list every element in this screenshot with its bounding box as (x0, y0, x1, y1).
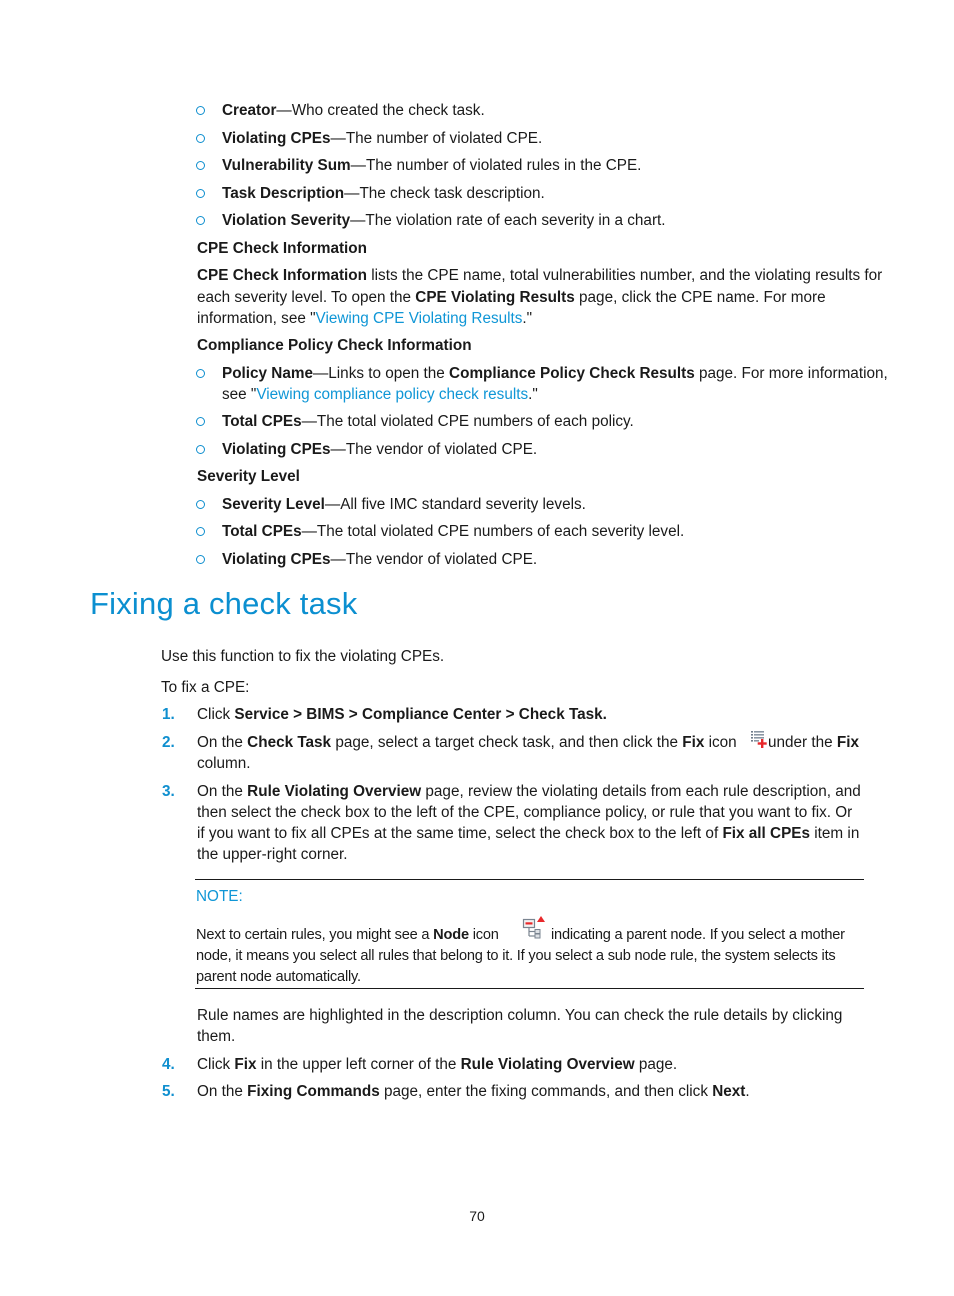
cpe-check-heading: CPE Check Information (197, 240, 367, 257)
description: —The check task description. (344, 185, 545, 202)
bold-term: Compliance Policy Check Results (449, 365, 695, 382)
text: page, select a target check task, and th… (331, 734, 683, 751)
text: parent node automatically. (196, 969, 361, 985)
text: if you want to fix all CPEs at the same … (197, 825, 723, 842)
term: Total CPEs (222, 523, 302, 540)
term: Creator (222, 102, 277, 119)
description: —The violation rate of each severity in … (350, 212, 666, 229)
section-title: Fixing a check task (90, 586, 358, 621)
text: . (745, 1083, 750, 1100)
text: ." (522, 310, 533, 327)
procedure-intro: To fix a CPE: (161, 679, 250, 696)
bold-term: CPE Check Information (197, 267, 367, 284)
severity-level-heading: Severity Level (197, 468, 300, 485)
bold-term: Rule Violating Overview (460, 1056, 635, 1073)
circle-bullet-icon (196, 189, 205, 198)
text: page, click the CPE name. For more (574, 289, 826, 306)
text: under the (768, 734, 837, 751)
step-number: 4. (162, 1056, 175, 1073)
text: page, review the violating details from … (421, 783, 861, 800)
circle-bullet-icon (196, 106, 205, 115)
bold-term: Check Task (247, 734, 332, 751)
circle-bullet-icon (196, 445, 205, 454)
note-label: NOTE: (196, 888, 243, 905)
circle-bullet-icon (196, 555, 205, 564)
bold-term: Next (712, 1083, 746, 1100)
text: page. For more information, (694, 365, 888, 382)
step-number: 2. (162, 734, 175, 751)
text: item in (810, 825, 860, 842)
term: Task Description (222, 185, 345, 202)
fix-icon (751, 731, 767, 748)
text: then select the check box to the left of… (197, 804, 853, 821)
term: Violation Severity (222, 212, 351, 229)
circle-bullet-icon (196, 134, 205, 143)
term: Total CPEs (222, 413, 302, 430)
text: icon (704, 734, 737, 751)
description: —The total violated CPE numbers of each … (301, 413, 634, 430)
text: page, enter the fixing commands, and the… (379, 1083, 713, 1100)
circle-bullet-icon (196, 216, 205, 225)
circle-bullet-icon (196, 161, 205, 170)
text: On the (197, 734, 248, 751)
section-intro: Use this function to fix the violating C… (161, 648, 445, 665)
description: —The number of violated rules in the CPE… (350, 157, 642, 174)
bold-term: Fix all CPEs (722, 825, 811, 842)
circle-bullet-icon (196, 527, 205, 536)
step-number: 1. (162, 706, 175, 723)
text: icon (468, 927, 499, 943)
description: —The vendor of violated CPE. (330, 441, 538, 458)
term: Violating CPEs (222, 551, 331, 568)
description: —The number of violated CPE. (330, 130, 543, 147)
bold-term: Node (433, 927, 469, 943)
text: them. (197, 1028, 236, 1045)
text: see " (222, 386, 257, 403)
link-viewing-cpe-violating-results[interactable]: Viewing CPE Violating Results (316, 310, 523, 327)
text: node, it means you select all rules that… (196, 948, 836, 964)
text: ." (528, 386, 538, 403)
bold-term: Rule Violating Overview (247, 783, 422, 800)
text: Click (197, 1056, 235, 1073)
text: lists the CPE name, total vulnerabilitie… (367, 267, 883, 284)
compliance-policy-heading: Compliance Policy Check Information (197, 337, 472, 354)
description: —Who created the check task. (276, 102, 485, 119)
text: the upper-right corner. (197, 846, 348, 863)
text: indicating a parent node. If you select … (551, 927, 845, 943)
bold-term: CPE Violating Results (415, 289, 575, 306)
text: On the (197, 1083, 248, 1100)
menu-path: Service > BIMS > Compliance Center > Che… (234, 706, 607, 723)
text: —Links to open the (312, 365, 450, 382)
circle-bullet-icon (196, 417, 205, 426)
page-number: 70 (469, 1208, 485, 1224)
term: Severity Level (222, 496, 325, 513)
note-top-divider (195, 879, 864, 880)
text: column. (197, 755, 251, 772)
bold-term: Fix (836, 734, 859, 751)
node-icon (522, 916, 545, 939)
text: information, see " (197, 310, 316, 327)
description: —All five IMC standard severity levels. (324, 496, 586, 513)
term: Violating CPEs (222, 441, 331, 458)
text: page. (634, 1056, 678, 1073)
text: Click (197, 706, 235, 723)
circle-bullet-icon (196, 500, 205, 509)
text: in the upper left corner of the (256, 1056, 461, 1073)
text: Rule names are highlighted in the descri… (197, 1007, 843, 1024)
term: Vulnerability Sum (222, 157, 351, 174)
description: —The total violated CPE numbers of each … (301, 523, 685, 540)
note-bottom-divider (195, 988, 864, 989)
term: Violating CPEs (222, 130, 331, 147)
bold-term: Fix (682, 734, 705, 751)
term: Policy Name (222, 365, 313, 382)
circle-bullet-icon (196, 369, 205, 378)
bold-term: Fixing Commands (247, 1083, 380, 1100)
description: —The vendor of violated CPE. (330, 551, 538, 568)
step-number: 3. (162, 783, 175, 800)
text: On the (197, 783, 248, 800)
link-viewing-compliance-policy-check-results[interactable]: Viewing compliance policy check results (256, 386, 528, 403)
step-number: 5. (162, 1083, 175, 1100)
text: each severity level. To open the (197, 289, 416, 306)
bold-term: Fix (234, 1056, 257, 1073)
text: Next to certain rules, you might see a (196, 927, 434, 943)
